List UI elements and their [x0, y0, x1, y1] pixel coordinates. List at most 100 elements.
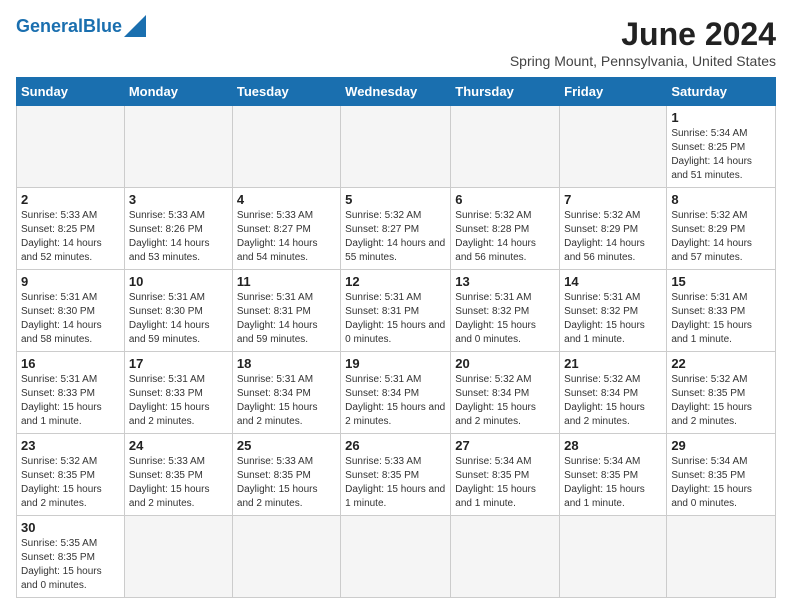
day-number: 2 [21, 192, 120, 207]
page-header: GeneralBlue June 2024 Spring Mount, Penn… [16, 16, 776, 69]
day-info: Sunrise: 5:31 AM Sunset: 8:31 PM Dayligh… [237, 291, 336, 347]
day-number: 20 [455, 356, 555, 371]
day-info: Sunrise: 5:35 AM Sunset: 8:35 PM Dayligh… [21, 537, 120, 593]
calendar-cell [341, 516, 451, 598]
week-row-6: 30 Sunrise: 5:35 AM Sunset: 8:35 PM Dayli… [17, 516, 776, 598]
week-row-4: 16Sunrise: 5:31 AM Sunset: 8:33 PM Dayli… [17, 352, 776, 434]
calendar-cell: 3 Sunrise: 5:33 AM Sunset: 8:26 PM Daylig… [124, 188, 232, 270]
calendar-cell: 1 Sunrise: 5:34 AM Sunset: 8:25 PM Daylig… [667, 106, 776, 188]
calendar-cell: 21Sunrise: 5:32 AM Sunset: 8:34 PM Dayli… [560, 352, 667, 434]
week-row-1: 1 Sunrise: 5:34 AM Sunset: 8:25 PM Daylig… [17, 106, 776, 188]
col-tuesday: Tuesday [232, 78, 340, 106]
day-number: 27 [455, 438, 555, 453]
day-info: Sunrise: 5:32 AM Sunset: 8:34 PM Dayligh… [455, 373, 555, 429]
day-info: Sunrise: 5:31 AM Sunset: 8:34 PM Dayligh… [345, 373, 446, 429]
logo-text: GeneralBlue [16, 16, 122, 37]
calendar-cell: 23Sunrise: 5:32 AM Sunset: 8:35 PM Dayli… [17, 434, 125, 516]
day-info: Sunrise: 5:33 AM Sunset: 8:27 PM Dayligh… [237, 209, 336, 265]
calendar-cell: 9 Sunrise: 5:31 AM Sunset: 8:30 PM Daylig… [17, 270, 125, 352]
day-info: Sunrise: 5:31 AM Sunset: 8:31 PM Dayligh… [345, 291, 446, 347]
calendar-cell [341, 106, 451, 188]
calendar-cell: 4 Sunrise: 5:33 AM Sunset: 8:27 PM Daylig… [232, 188, 340, 270]
day-info: Sunrise: 5:32 AM Sunset: 8:35 PM Dayligh… [671, 373, 771, 429]
day-info: Sunrise: 5:31 AM Sunset: 8:32 PM Dayligh… [455, 291, 555, 347]
col-friday: Friday [560, 78, 667, 106]
calendar-cell: 28 Sunrise: 5:34 AM Sunset: 8:35 PM Dayli… [560, 434, 667, 516]
day-number: 30 [21, 520, 120, 535]
day-info: Sunrise: 5:34 AM Sunset: 8:25 PM Dayligh… [671, 127, 771, 183]
day-number: 8 [671, 192, 771, 207]
calendar-cell: 20 Sunrise: 5:32 AM Sunset: 8:34 PM Dayli… [451, 352, 560, 434]
week-row-5: 23Sunrise: 5:32 AM Sunset: 8:35 PM Dayli… [17, 434, 776, 516]
day-info: Sunrise: 5:31 AM Sunset: 8:34 PM Dayligh… [237, 373, 336, 429]
day-info: Sunrise: 5:31 AM Sunset: 8:32 PM Dayligh… [564, 291, 662, 347]
calendar-cell [232, 106, 340, 188]
day-info: Sunrise: 5:31 AM Sunset: 8:33 PM Dayligh… [129, 373, 228, 429]
day-number: 6 [455, 192, 555, 207]
day-number: 12 [345, 274, 446, 289]
day-info: Sunrise: 5:32 AM Sunset: 8:29 PM Dayligh… [564, 209, 662, 265]
calendar-cell: 16Sunrise: 5:31 AM Sunset: 8:33 PM Dayli… [17, 352, 125, 434]
day-number: 17 [129, 356, 228, 371]
day-number: 9 [21, 274, 120, 289]
day-number: 5 [345, 192, 446, 207]
day-number: 19 [345, 356, 446, 371]
calendar-cell [667, 516, 776, 598]
calendar-cell: 18 Sunrise: 5:31 AM Sunset: 8:34 PM Dayli… [232, 352, 340, 434]
day-number: 23 [21, 438, 120, 453]
day-info: Sunrise: 5:34 AM Sunset: 8:35 PM Dayligh… [455, 455, 555, 511]
day-number: 29 [671, 438, 771, 453]
day-number: 25 [237, 438, 336, 453]
calendar-subtitle: Spring Mount, Pennsylvania, United State… [510, 53, 776, 69]
day-info: Sunrise: 5:32 AM Sunset: 8:28 PM Dayligh… [455, 209, 555, 265]
calendar-cell: 22 Sunrise: 5:32 AM Sunset: 8:35 PM Dayli… [667, 352, 776, 434]
day-number: 28 [564, 438, 662, 453]
day-info: Sunrise: 5:33 AM Sunset: 8:25 PM Dayligh… [21, 209, 120, 265]
day-info: Sunrise: 5:34 AM Sunset: 8:35 PM Dayligh… [671, 455, 771, 511]
logo-icon [124, 15, 146, 37]
day-number: 1 [671, 110, 771, 125]
logo: GeneralBlue [16, 16, 146, 37]
col-thursday: Thursday [451, 78, 560, 106]
week-row-3: 9 Sunrise: 5:31 AM Sunset: 8:30 PM Daylig… [17, 270, 776, 352]
day-info: Sunrise: 5:31 AM Sunset: 8:33 PM Dayligh… [21, 373, 120, 429]
day-number: 22 [671, 356, 771, 371]
day-number: 4 [237, 192, 336, 207]
calendar-cell: 19 Sunrise: 5:31 AM Sunset: 8:34 PM Dayli… [341, 352, 451, 434]
col-sunday: Sunday [17, 78, 125, 106]
calendar-cell [232, 516, 340, 598]
calendar-cell: 5 Sunrise: 5:32 AM Sunset: 8:27 PM Daylig… [341, 188, 451, 270]
logo-general: General [16, 16, 83, 36]
day-number: 7 [564, 192, 662, 207]
day-info: Sunrise: 5:33 AM Sunset: 8:26 PM Dayligh… [129, 209, 228, 265]
week-row-2: 2 Sunrise: 5:33 AM Sunset: 8:25 PM Daylig… [17, 188, 776, 270]
calendar-table: Sunday Monday Tuesday Wednesday Thursday… [16, 77, 776, 598]
calendar-cell: 13Sunrise: 5:31 AM Sunset: 8:32 PM Dayli… [451, 270, 560, 352]
day-info: Sunrise: 5:34 AM Sunset: 8:35 PM Dayligh… [564, 455, 662, 511]
day-number: 14 [564, 274, 662, 289]
calendar-cell: 26Sunrise: 5:33 AM Sunset: 8:35 PM Dayli… [341, 434, 451, 516]
col-wednesday: Wednesday [341, 78, 451, 106]
day-info: Sunrise: 5:32 AM Sunset: 8:29 PM Dayligh… [671, 209, 771, 265]
calendar-cell: 12 Sunrise: 5:31 AM Sunset: 8:31 PM Dayli… [341, 270, 451, 352]
calendar-cell: 25 Sunrise: 5:33 AM Sunset: 8:35 PM Dayli… [232, 434, 340, 516]
calendar-cell: 2 Sunrise: 5:33 AM Sunset: 8:25 PM Daylig… [17, 188, 125, 270]
calendar-cell: 29 Sunrise: 5:34 AM Sunset: 8:35 PM Dayli… [667, 434, 776, 516]
day-info: Sunrise: 5:31 AM Sunset: 8:30 PM Dayligh… [21, 291, 120, 347]
calendar-cell: 8 Sunrise: 5:32 AM Sunset: 8:29 PM Daylig… [667, 188, 776, 270]
calendar-cell: 7 Sunrise: 5:32 AM Sunset: 8:29 PM Daylig… [560, 188, 667, 270]
day-info: Sunrise: 5:32 AM Sunset: 8:27 PM Dayligh… [345, 209, 446, 265]
day-info: Sunrise: 5:31 AM Sunset: 8:30 PM Dayligh… [129, 291, 228, 347]
calendar-cell [451, 106, 560, 188]
calendar-cell [560, 516, 667, 598]
day-number: 3 [129, 192, 228, 207]
calendar-cell: 30 Sunrise: 5:35 AM Sunset: 8:35 PM Dayli… [17, 516, 125, 598]
calendar-cell [124, 516, 232, 598]
day-info: Sunrise: 5:33 AM Sunset: 8:35 PM Dayligh… [129, 455, 228, 511]
day-number: 15 [671, 274, 771, 289]
day-info: Sunrise: 5:33 AM Sunset: 8:35 PM Dayligh… [237, 455, 336, 511]
calendar-cell: 11Sunrise: 5:31 AM Sunset: 8:31 PM Dayli… [232, 270, 340, 352]
day-number: 18 [237, 356, 336, 371]
title-block: June 2024 Spring Mount, Pennsylvania, Un… [510, 16, 776, 69]
calendar-cell [451, 516, 560, 598]
